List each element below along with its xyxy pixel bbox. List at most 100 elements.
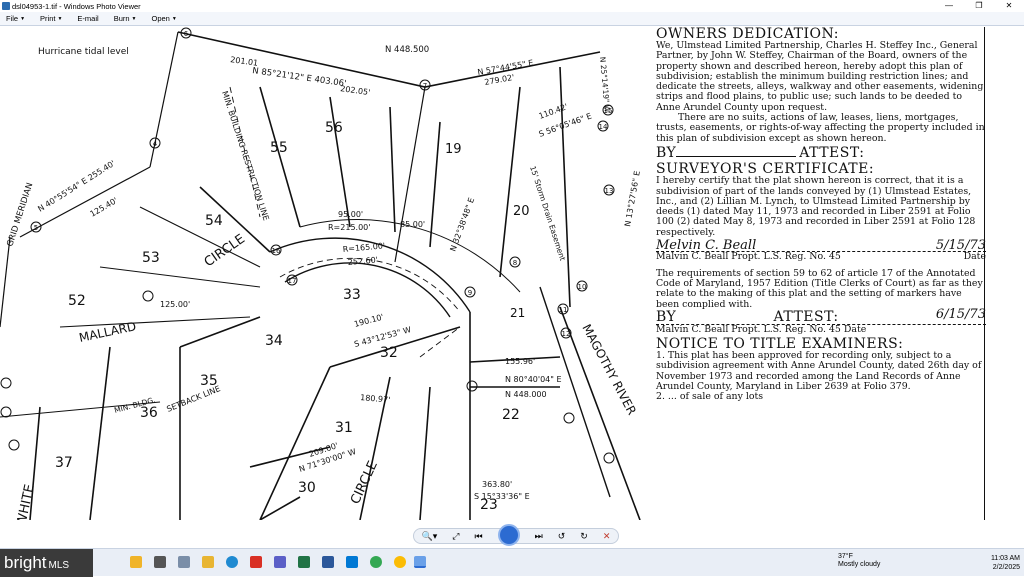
lot-37: 37: [55, 455, 73, 471]
viewer-controls: 🔍▾ ⤢ ⏮ ⏭ ↺ ↻ ✕: [0, 520, 1024, 548]
chevron-down-icon: ▼: [171, 15, 177, 22]
chevron-down-icon: ▼: [131, 15, 137, 22]
marker-17: 17: [288, 277, 297, 285]
lot-56: 56: [325, 120, 343, 136]
lot-54: 54: [205, 213, 223, 229]
clock-time: 11:03 AM: [990, 555, 1020, 562]
photo-viewer-app-icon: [2, 2, 10, 10]
street-circle-lower: CIRCLE: [348, 459, 381, 507]
label-hurricane: Hurricane tidal level: [38, 47, 129, 57]
owners-dedication-heading: OWNERS DEDICATION:: [656, 27, 839, 42]
bearing-26: N 13°27'56" E: [623, 170, 642, 227]
bearing-6: 201.01: [230, 55, 259, 68]
photo-viewer-taskbar-icon[interactable]: [414, 556, 426, 568]
chevron-down-icon: ▼: [20, 15, 26, 22]
surveyor-signature: Melvin C. Beall: [656, 238, 757, 254]
marker-10: 10: [578, 283, 587, 291]
outlook-icon[interactable]: [346, 556, 358, 568]
menu-email-label: E-mail: [77, 14, 99, 23]
teams-icon[interactable]: [274, 556, 286, 568]
surveyor-line: Malvin C. Beall Propt. L.S. Reg. No. 45: [656, 251, 841, 263]
lot-52: 52: [68, 293, 86, 309]
lot-55: 55: [270, 140, 288, 156]
chrome-icon[interactable]: [370, 556, 382, 568]
bearing-27: N 25°14'19" W: [598, 56, 612, 113]
menu-file-label: File: [6, 14, 19, 23]
task-view-icon[interactable]: [154, 556, 166, 568]
bearing-20: 180.97': [360, 393, 391, 405]
excel-icon[interactable]: [298, 556, 310, 568]
bearing-7: R=165.00': [342, 241, 385, 254]
menu-print[interactable]: Print ▼: [40, 14, 62, 23]
minimize-button[interactable]: —: [934, 0, 964, 12]
taskbar: bright MLS 37°F Mostly cloudy 11:03 AM 2/…: [0, 548, 1024, 577]
next-icon[interactable]: ⏭: [535, 531, 543, 542]
gmail-icon[interactable]: [250, 556, 262, 568]
lot-20: 20: [513, 204, 530, 219]
widgets-icon[interactable]: [178, 556, 190, 568]
control-bar: 🔍▾ ⤢ ⏮ ⏭ ↺ ↻ ✕: [413, 524, 619, 546]
slideshow-button[interactable]: [497, 524, 520, 546]
file-explorer-icon[interactable]: [202, 556, 214, 568]
word-icon[interactable]: [322, 556, 334, 568]
marker-8: 8: [513, 259, 517, 267]
previous-icon[interactable]: ⏮: [474, 531, 482, 542]
label-grid: GRID MERIDIAN: [5, 182, 35, 248]
suits-text: There are no suits, actions of law, leas…: [656, 112, 985, 144]
bearing-11: 85.00': [400, 220, 425, 229]
menu-burn[interactable]: Burn ▼: [114, 14, 137, 23]
rotate-left-icon[interactable]: ↺: [558, 531, 566, 542]
rotate-right-icon[interactable]: ↻: [580, 531, 588, 542]
lot-31: 31: [335, 420, 353, 436]
fit-window-icon[interactable]: ⤢: [452, 531, 459, 542]
menu-file[interactable]: File ▼: [6, 14, 25, 23]
attest-label-1: ATTEST:: [799, 144, 865, 161]
bearing-23: N 32°38'48" E: [448, 196, 476, 252]
chrome-alt-icon[interactable]: [394, 556, 406, 568]
close-button[interactable]: ✕: [994, 0, 1024, 12]
bearing-13: 125.40': [89, 196, 120, 219]
lot-22: 22: [502, 407, 520, 423]
taskbar-app-icon[interactable]: [130, 556, 142, 568]
lot-32: 32: [380, 345, 398, 361]
window-title: dsl04953-1.tif - Windows Photo Viewer: [12, 1, 141, 11]
photo-viewer-window: dsl04953-1.tif - Windows Photo Viewer — …: [0, 0, 1024, 548]
bearing-9: R=215.00': [328, 223, 370, 232]
menu-email[interactable]: E-mail: [77, 14, 98, 23]
delete-icon[interactable]: ✕: [603, 531, 611, 542]
marker-13: 13: [605, 187, 614, 195]
marker-11: 11: [559, 306, 568, 314]
weather-desc: Mostly cloudy: [838, 561, 881, 568]
weather-widget[interactable]: 37°F Mostly cloudy: [838, 553, 880, 569]
edge-icon[interactable]: [226, 556, 238, 568]
lot-21: 21: [510, 306, 525, 320]
zoom-icon[interactable]: 🔍▾: [422, 531, 438, 542]
menu-open[interactable]: Open ▼: [151, 14, 176, 23]
marker-9: 9: [468, 289, 472, 297]
bright-mls-watermark: bright MLS: [0, 549, 93, 577]
image-viewport[interactable]: 56 55 54 53 52 33 34 35 36 37 32 31 30 2…: [0, 27, 1024, 520]
menu-open-label: Open: [151, 14, 170, 23]
lot-34: 34: [265, 333, 283, 349]
bearing-10: 95.00': [338, 210, 363, 219]
bearing-24: 110.42': [538, 102, 569, 121]
lot-30: 30: [298, 480, 316, 496]
by-label-1: BY: [656, 144, 677, 161]
marker-14: 14: [599, 123, 608, 131]
bearing-22: N 80°40'04" E: [505, 375, 562, 384]
system-clock[interactable]: 11:03 AM 2/2/2025: [980, 554, 1020, 572]
marker-16: 16: [272, 247, 281, 255]
maximize-button[interactable]: ❐: [964, 0, 994, 12]
menu-bar: File ▼ Print ▼ E-mail Burn ▼ Open ▼: [0, 12, 1024, 26]
bearing-14: 125.00': [160, 300, 190, 309]
surveyor-line-2: Malvin C. Beall Propt. L.S. Reg. No. 45 …: [656, 323, 867, 335]
marker-5: 5: [34, 224, 38, 232]
bearing-28: 363.80': [482, 480, 512, 489]
attest-date-2: 6/15/73: [935, 306, 986, 322]
bearing-2: N 448.500: [385, 45, 429, 55]
street-mallard: MALLARD: [78, 319, 138, 345]
menu-print-label: Print: [40, 14, 56, 23]
bearing-5: 202.05': [340, 84, 371, 97]
lot-33: 33: [343, 287, 361, 303]
street-circle-upper: CIRCLE: [202, 232, 248, 271]
